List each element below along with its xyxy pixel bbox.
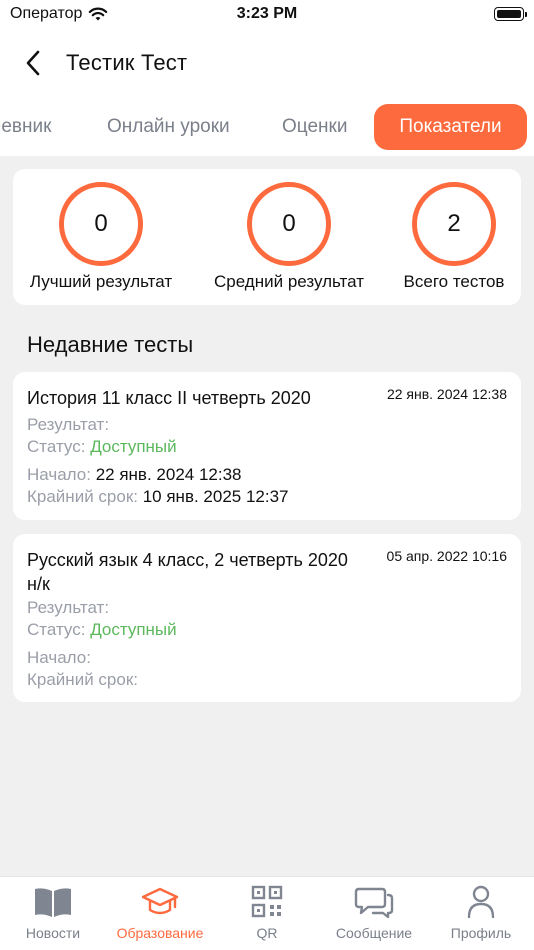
tabbar-news[interactable]: Новости xyxy=(3,885,103,941)
back-button[interactable] xyxy=(18,48,48,78)
stat-best-value: 0 xyxy=(94,210,108,237)
status-bar: Оператор 3:23 PM xyxy=(0,0,534,30)
stats-card: 0 Лучший результат 0 Средний результат 2… xyxy=(13,169,521,305)
segment-tabs: Дневник Онлайн уроки Оценки Показатели xyxy=(0,104,534,152)
tabbar-news-label: Новости xyxy=(25,925,81,941)
tabbar-qr[interactable]: QR xyxy=(217,885,317,941)
test-deadline-row: Крайний срок: xyxy=(27,670,138,690)
start-label: Начало: xyxy=(27,648,91,667)
navigation-bar: Тестик Тест xyxy=(0,40,534,84)
header-area: Оператор 3:23 PM Тестик Тест Дневник Онл… xyxy=(0,0,534,156)
test-name: Русский язык 4 класс, 2 четверть 2020 н/… xyxy=(27,550,348,594)
status-label: Статус: xyxy=(27,437,86,456)
test-start-row: Начало: xyxy=(27,648,91,668)
result-label: Результат: xyxy=(27,598,110,617)
battery-icon xyxy=(494,7,527,21)
book-icon xyxy=(35,888,71,917)
test-status-row: Статус: Доступный xyxy=(27,437,177,457)
test-card[interactable]: История 11 класс II четверть 2020 22 янв… xyxy=(13,372,521,520)
test-card[interactable]: Русский язык 4 класс, 2 четверть 2020 н/… xyxy=(13,534,521,702)
test-result-row: Результат: xyxy=(27,415,109,435)
deadline-value: 10 янв. 2025 12:37 xyxy=(142,487,289,506)
status-time: 3:23 PM xyxy=(236,5,298,22)
stat-best: 0 Лучший результат xyxy=(13,169,189,292)
stat-total: 2 Всего тестов xyxy=(391,169,517,292)
person-icon xyxy=(467,885,495,919)
test-deadline-row: Крайний срок: 10 янв. 2025 12:37 xyxy=(27,487,289,507)
test-start-row: Начало: 22 янв. 2024 12:38 xyxy=(27,465,242,485)
result-label: Результат: xyxy=(27,415,110,434)
tab-indicators[interactable]: Показатели xyxy=(374,104,527,150)
stat-average: 0 Средний результат xyxy=(201,169,377,292)
status-value: Доступный xyxy=(90,437,177,456)
start-value: 22 янв. 2024 12:38 xyxy=(95,465,242,484)
test-name: История 11 класс II четверть 2020 xyxy=(27,388,311,408)
tabbar-education-label: Образование xyxy=(116,925,204,941)
graduation-cap-icon xyxy=(141,887,179,915)
stat-average-label: Средний результат xyxy=(213,272,364,291)
tabbar-messages-label: Сообщение xyxy=(335,925,413,941)
stat-total-ring: 2 xyxy=(412,182,496,266)
tabbar-qr-label: QR xyxy=(256,925,278,941)
tabbar-messages[interactable]: Сообщение xyxy=(324,885,424,941)
page-title: Тестик Тест xyxy=(66,50,188,75)
stat-total-value: 2 xyxy=(447,210,461,237)
bottom-tab-bar: Новости Образование QR Сообщение Профиль xyxy=(0,876,534,950)
test-status-row: Статус: Доступный xyxy=(27,620,177,640)
tab-diary[interactable]: Дневник xyxy=(0,104,51,150)
recent-tests-title: Недавние тесты xyxy=(27,332,194,357)
deadline-label: Крайний срок: xyxy=(27,487,138,506)
stat-average-value: 0 xyxy=(282,210,296,237)
status-label: Статус: xyxy=(27,620,86,639)
start-label: Начало: xyxy=(27,465,91,484)
chevron-left-icon xyxy=(26,50,40,76)
qr-code-icon xyxy=(251,885,283,918)
chat-icon xyxy=(354,887,394,919)
test-date: 22 янв. 2024 12:38 xyxy=(386,386,507,402)
test-result-row: Результат: xyxy=(27,598,109,618)
stat-best-label: Лучший результат xyxy=(29,272,173,291)
status-value: Доступный xyxy=(90,620,177,639)
stat-average-ring: 0 xyxy=(247,182,331,266)
deadline-label: Крайний срок: xyxy=(27,670,138,689)
stat-best-ring: 0 xyxy=(59,182,143,266)
tab-grades[interactable]: Оценки xyxy=(282,104,347,150)
test-date: 05 апр. 2022 10:16 xyxy=(386,548,507,564)
stat-total-label: Всего тестов xyxy=(403,272,505,291)
tabbar-profile[interactable]: Профиль xyxy=(431,885,531,941)
tabbar-profile-label: Профиль xyxy=(450,925,512,941)
tab-online-lessons[interactable]: Онлайн уроки xyxy=(107,104,230,150)
tabbar-education[interactable]: Образование xyxy=(110,885,210,941)
